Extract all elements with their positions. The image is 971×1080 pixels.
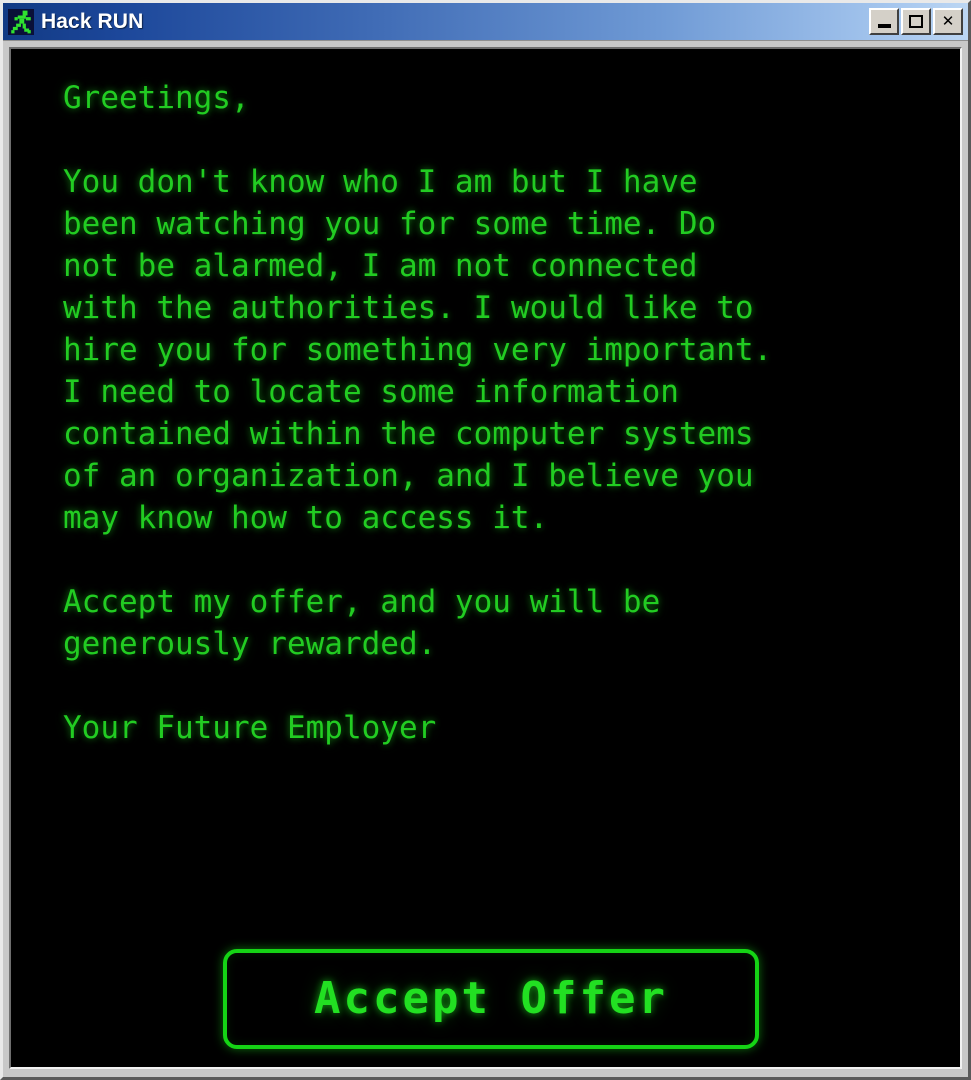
running-man-icon — [8, 8, 34, 35]
title-bar[interactable]: Hack RUN ✕ — [3, 3, 968, 41]
close-icon: ✕ — [941, 13, 955, 30]
message-line: not be alarmed, I am not connected — [63, 248, 698, 284]
minimize-icon — [871, 10, 897, 33]
minimize-button[interactable] — [869, 8, 899, 35]
window-title: Hack RUN — [41, 9, 144, 33]
terminal-screen: Greetings, You don't know who I am but I… — [9, 47, 962, 1069]
window-controls: ✕ — [869, 8, 966, 35]
message-body: Greetings, You don't know who I am but I… — [63, 77, 950, 749]
message-line: with the authorities. I would like to — [63, 290, 754, 326]
message-line: Accept my offer, and you will be — [63, 584, 661, 620]
message-line: Your Future Employer — [63, 710, 437, 746]
maximize-button[interactable] — [901, 8, 931, 35]
message-line: contained within the computer systems — [63, 416, 754, 452]
message-line: Greetings, — [63, 80, 250, 116]
content-area: Greetings, You don't know who I am but I… — [3, 41, 968, 1077]
accept-offer-button[interactable]: Accept Offer — [223, 949, 759, 1049]
message-line: of an organization, and I believe you — [63, 458, 754, 494]
message-line: may know how to access it. — [63, 500, 549, 536]
close-button[interactable]: ✕ — [933, 8, 963, 35]
message-line: hire you for something very important. — [63, 332, 773, 368]
message-line: I need to locate some information — [63, 374, 679, 410]
message-line: You don't know who I am but I have — [63, 164, 698, 200]
message-line: been watching you for some time. Do — [63, 206, 717, 242]
message-line: generously rewarded. — [63, 626, 437, 662]
accept-offer-label: Accept Offer — [314, 973, 668, 1024]
application-window: Hack RUN ✕ Greetings, You don't know who… — [0, 0, 971, 1080]
maximize-icon — [903, 10, 929, 33]
